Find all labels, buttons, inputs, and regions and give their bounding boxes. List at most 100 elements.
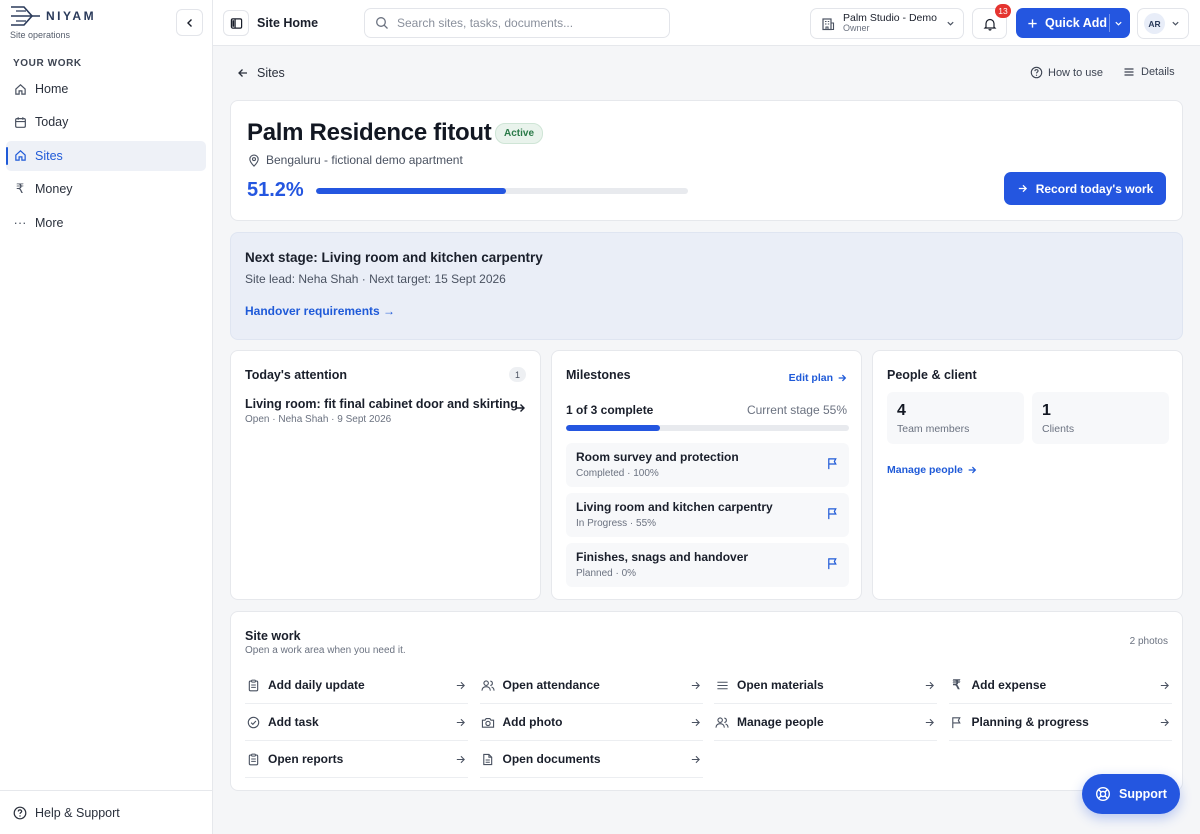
organization-role: Owner: [843, 23, 870, 34]
toggle-panel-button[interactable]: [223, 10, 249, 36]
open-materials-action[interactable]: Open materials: [714, 667, 937, 704]
search-box[interactable]: [364, 8, 670, 38]
home-icon: [13, 149, 27, 163]
arrow-right-icon: [1160, 681, 1169, 690]
edit-plan-link[interactable]: Edit plan: [789, 372, 847, 384]
add-photo-action[interactable]: Add photo: [479, 704, 703, 741]
rupee-icon: ₹: [952, 677, 961, 692]
attention-count-badge: 1: [509, 367, 526, 382]
button-divider: [1109, 14, 1110, 32]
milestone-item[interactable]: Living room and kitchen carpentry In Pro…: [566, 493, 849, 537]
milestone-list: Room survey and protection Completed · 1…: [566, 443, 849, 593]
back-label: Sites: [257, 66, 285, 80]
sidebar-item-label: More: [35, 215, 64, 230]
milestone-title: Room survey and protection: [576, 450, 739, 464]
milestone-item[interactable]: Room survey and protection Completed · 1…: [566, 443, 849, 487]
chevron-down-icon: [1115, 21, 1122, 26]
sidebar-item-today[interactable]: Today: [6, 107, 206, 137]
milestone-progress-bar: [566, 425, 849, 431]
milestone-title: Finishes, snags and handover: [576, 550, 749, 564]
attention-task-item[interactable]: Living room: fit final cabinet door and …: [245, 397, 528, 425]
team-members-stat: 4 Team members: [887, 392, 1024, 444]
collapse-sidebar-button[interactable]: [176, 9, 203, 36]
clients-stat: 1 Clients: [1032, 392, 1169, 444]
sidebar-item-more[interactable]: ··· More: [6, 208, 206, 238]
add-task-action[interactable]: Add task: [245, 704, 468, 741]
planning-progress-action[interactable]: Planning & progress: [948, 704, 1172, 741]
add-expense-action[interactable]: ₹ Add expense: [948, 667, 1172, 704]
flag-icon: [828, 558, 837, 570]
how-to-use-link[interactable]: How to use: [1030, 66, 1103, 79]
next-stage-subtitle: Site lead: Neha Shah · Next target: 15 S…: [245, 272, 506, 286]
open-documents-action[interactable]: Open documents: [479, 741, 703, 778]
next-stage-panel: Next stage: Living room and kitchen carp…: [230, 232, 1183, 340]
clients-count: 1: [1042, 402, 1051, 419]
flag-icon: [828, 458, 837, 470]
arrow-right-icon: [925, 718, 934, 727]
flag-icon: [950, 715, 964, 729]
arrow-right-icon: [456, 755, 465, 764]
manage-people-action[interactable]: Manage people: [714, 704, 937, 741]
open-attendance-action[interactable]: Open attendance: [479, 667, 703, 704]
organization-switcher[interactable]: Palm Studio - Demo Owner: [810, 8, 964, 39]
next-stage-title: Next stage: Living room and kitchen carp…: [245, 250, 543, 265]
document-icon: [481, 752, 495, 766]
arrow-right-icon: [691, 681, 700, 690]
chevron-down-icon: [947, 21, 954, 26]
brand-logo[interactable]: NIYAM Site operations: [10, 4, 96, 40]
task-title: Living room: fit final cabinet door and …: [245, 397, 518, 411]
site-progress-percent: 51.2%: [247, 179, 304, 201]
brand-subtitle: Site operations: [10, 30, 71, 40]
status-badge: Active: [495, 123, 544, 144]
action-label: Planning & progress: [971, 715, 1089, 729]
open-reports-action[interactable]: Open reports: [245, 741, 468, 778]
site-location: Bengaluru - fictional demo apartment: [248, 153, 463, 167]
brand-name: NIYAM: [46, 9, 97, 23]
plus-icon: [1028, 18, 1037, 28]
arrow-right-icon: [691, 755, 700, 764]
manage-people-link[interactable]: Manage people: [887, 464, 977, 476]
help-support-link[interactable]: Help & Support: [0, 790, 212, 834]
support-label: Support: [1119, 787, 1167, 801]
arrow-right-icon: [691, 718, 700, 727]
record-todays-work-button[interactable]: Record today's work: [1004, 172, 1166, 205]
sidebar-nav: Home Today Sites ₹ Money ··· More: [6, 74, 206, 241]
quick-add-label: Quick Add: [1045, 16, 1108, 30]
sidebar-item-sites[interactable]: Sites: [6, 140, 206, 171]
quick-add-button[interactable]: Quick Add: [1016, 8, 1130, 38]
record-button-label: Record today's work: [1035, 181, 1154, 196]
milestone-meta: In Progress · 55%: [576, 518, 657, 529]
people-client-card: People & client 4 Team members 1 Clients…: [872, 350, 1183, 600]
action-label: Add task: [268, 715, 319, 729]
camera-icon: [481, 715, 495, 729]
site-progress-bar: [316, 188, 688, 194]
support-button[interactable]: Support: [1082, 774, 1180, 814]
notifications-button[interactable]: 13: [972, 4, 1011, 39]
back-to-sites-link[interactable]: Sites: [237, 66, 285, 80]
list-icon: [715, 678, 729, 692]
sidebar-item-home[interactable]: Home: [6, 74, 206, 104]
sidebar-heading: YOUR WORK: [13, 58, 82, 69]
notification-count-badge: 13: [995, 4, 1011, 18]
action-label: Add photo: [502, 715, 563, 729]
milestone-title: Living room and kitchen carpentry: [576, 500, 773, 514]
help-icon: [13, 806, 27, 819]
milestone-item[interactable]: Finishes, snags and handover Planned · 0…: [566, 543, 849, 587]
search-input[interactable]: [397, 16, 657, 30]
arrow-right-icon: [925, 681, 934, 690]
site-work-subtitle: Open a work area when you need it.: [245, 645, 406, 656]
flag-icon: [828, 508, 837, 520]
handover-requirements-link[interactable]: Handover requirements →: [245, 304, 395, 318]
site-title: Palm Residence fitout: [247, 119, 492, 146]
team-members-label: Team members: [897, 423, 970, 435]
clipboard-icon: [246, 752, 260, 766]
check-circle-icon: [246, 715, 260, 729]
site-location-text: Bengaluru - fictional demo apartment: [266, 153, 463, 167]
add-daily-update-action[interactable]: Add daily update: [245, 667, 468, 704]
home-icon: [13, 82, 27, 96]
team-members-count: 4: [897, 402, 906, 419]
details-link[interactable]: Details: [1123, 66, 1175, 78]
action-label: Open attendance: [502, 678, 600, 692]
user-menu-button[interactable]: AR: [1137, 8, 1189, 39]
sidebar-item-money[interactable]: ₹ Money: [6, 174, 206, 204]
